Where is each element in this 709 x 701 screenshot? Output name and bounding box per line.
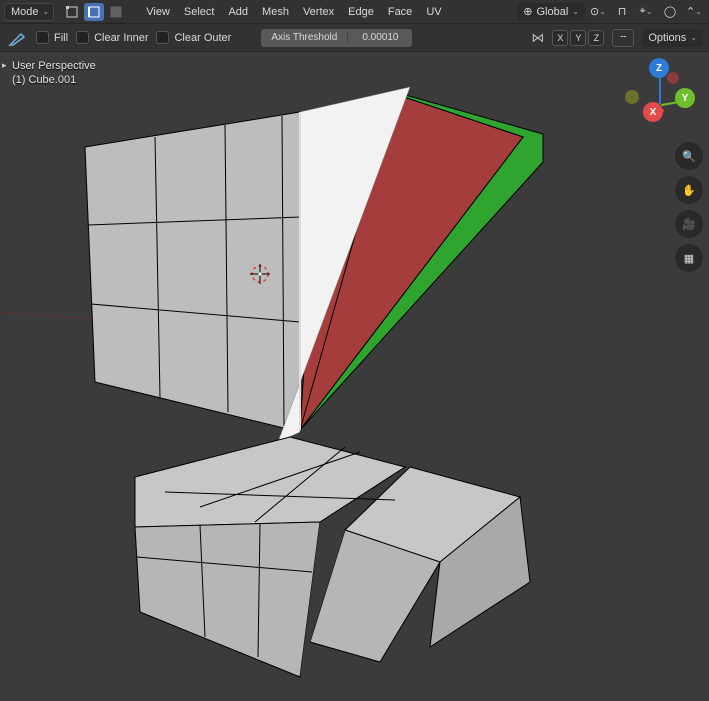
gizmo-neg-axis[interactable]: [625, 90, 639, 104]
camera-icon: 🎥: [682, 218, 696, 231]
proportional-icon: ◯: [664, 5, 676, 18]
menu-uv[interactable]: UV: [420, 1, 447, 23]
perspective-toggle-button[interactable]: ▦: [675, 244, 703, 272]
axis-threshold-label: Axis Threshold: [261, 32, 347, 43]
gizmo-neg-axis[interactable]: [667, 72, 679, 84]
zoom-button[interactable]: 🔍: [675, 142, 703, 170]
auto-merge-toggle[interactable]: ╌: [612, 29, 634, 47]
clear-outer-checkbox[interactable]: Clear Outer: [156, 31, 231, 44]
axis-threshold-field[interactable]: Axis Threshold 0.00010: [261, 29, 412, 47]
gizmo-y-axis[interactable]: Y: [675, 88, 695, 108]
fill-checkbox[interactable]: Fill: [36, 31, 68, 44]
magnet-icon: ⊓: [618, 5, 627, 18]
transform-orientation-dropdown[interactable]: ⊕ Global ⌄: [517, 3, 585, 21]
viewport-side-tools: 🔍 ✋ 🎥 ▦: [675, 142, 703, 272]
axis-threshold-value: 0.00010: [347, 32, 412, 43]
knife-tool-icon: [6, 27, 28, 49]
checkbox-icon: [76, 31, 89, 44]
symmetry-x-toggle[interactable]: X: [552, 30, 568, 46]
orientation-label: Global: [537, 6, 569, 18]
clear-inner-label: Clear Inner: [94, 32, 148, 44]
sidebar-expand-chevron[interactable]: ▸: [2, 60, 10, 72]
snap-toggle[interactable]: ⊓: [611, 3, 633, 21]
symmetry-y-toggle[interactable]: Y: [570, 30, 586, 46]
menu-mesh[interactable]: Mesh: [256, 1, 295, 23]
clear-outer-label: Clear Outer: [174, 32, 231, 44]
options-label: Options: [648, 32, 686, 44]
fill-label: Fill: [54, 32, 68, 44]
mesh-lower-block: [135, 437, 530, 677]
chevron-down-icon: ⌄: [43, 7, 50, 16]
pivot-icon: ⊙: [590, 5, 599, 18]
navigation-gizmo[interactable]: Z Y X: [623, 58, 695, 130]
mesh-symmetry-icon[interactable]: ⋈: [531, 30, 544, 46]
chevron-down-icon: ⌄: [690, 33, 697, 42]
header-bar: Mode ⌄ View Select Add Mesh Vertex Edge …: [0, 0, 709, 24]
menu-view[interactable]: View: [140, 1, 176, 23]
options-dropdown[interactable]: Options ⌄: [642, 29, 703, 47]
viewport-info-line1: User Perspective: [12, 60, 96, 72]
viewport-3d[interactable]: [0, 52, 709, 701]
proportional-edit-toggle[interactable]: ◯: [659, 3, 681, 21]
proportional-falloff-dropdown[interactable]: ⌃⌄: [683, 3, 705, 21]
automerge-icon: ╌: [620, 32, 626, 43]
pivot-dropdown[interactable]: ⊙⌄: [587, 3, 609, 21]
menu-add[interactable]: Add: [222, 1, 254, 23]
checkbox-icon: [156, 31, 169, 44]
checkbox-icon: [36, 31, 49, 44]
menu-edge[interactable]: Edge: [342, 1, 380, 23]
globe-icon: ⊕: [523, 5, 532, 18]
mode-dropdown[interactable]: Mode ⌄: [4, 3, 54, 21]
symmetry-xyz-group: X Y Z: [552, 30, 604, 46]
menu-vertex[interactable]: Vertex: [297, 1, 340, 23]
viewport-info-overlay: User Perspective (1) Cube.001: [12, 60, 96, 86]
snap-dropdown[interactable]: ⌖⌄: [635, 3, 657, 21]
hand-icon: ✋: [682, 184, 696, 197]
pan-button[interactable]: ✋: [675, 176, 703, 204]
menu-select[interactable]: Select: [178, 1, 221, 23]
select-mode-face-icon[interactable]: [106, 3, 126, 21]
viewport-info-line2: (1) Cube.001: [12, 74, 96, 86]
clear-inner-checkbox[interactable]: Clear Inner: [76, 31, 148, 44]
menu-face[interactable]: Face: [382, 1, 418, 23]
falloff-icon: ⌃: [686, 5, 695, 18]
tool-settings-bar: Fill Clear Inner Clear Outer Axis Thresh…: [0, 24, 709, 52]
select-mode-vertex-icon[interactable]: [62, 3, 82, 21]
select-mode-edge-icon[interactable]: [84, 3, 104, 21]
gizmo-x-axis[interactable]: X: [643, 102, 663, 122]
symmetry-z-toggle[interactable]: Z: [588, 30, 604, 46]
zoom-icon: 🔍: [682, 150, 696, 163]
gizmo-z-axis[interactable]: Z: [649, 58, 669, 78]
camera-view-button[interactable]: 🎥: [675, 210, 703, 238]
grid-icon: ▦: [684, 252, 694, 265]
chevron-down-icon: ⌄: [572, 7, 579, 16]
mode-label: Mode: [11, 6, 39, 18]
